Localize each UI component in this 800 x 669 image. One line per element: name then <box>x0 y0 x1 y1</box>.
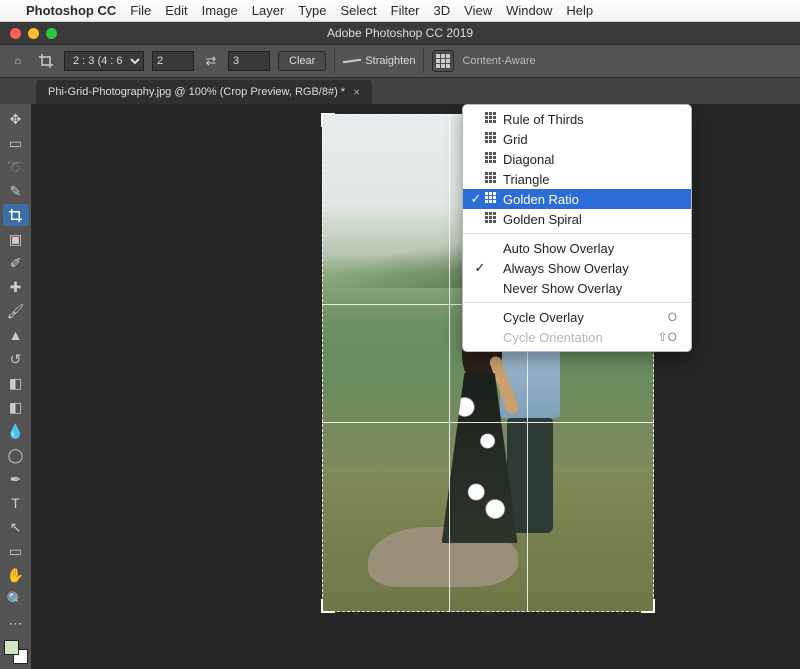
mac-menubar: Photoshop CC File Edit Image Layer Type … <box>0 0 800 22</box>
menu-item-label: Grid <box>503 132 528 147</box>
type-tool[interactable]: T <box>3 492 29 514</box>
crop-tool-preset-icon[interactable] <box>36 51 56 71</box>
menu-item-auto-show-overlay[interactable]: Auto Show Overlay <box>463 238 691 258</box>
marquee-tool[interactable]: ▭ <box>3 132 29 154</box>
history-brush-tool[interactable]: ↺ <box>3 348 29 370</box>
check-icon: ✓ <box>473 260 487 276</box>
clone-stamp-tool[interactable]: ▲ <box>3 324 29 346</box>
swap-dimensions-icon[interactable] <box>202 53 220 69</box>
menu-filter[interactable]: Filter <box>391 3 420 18</box>
crop-handle-top-left[interactable] <box>321 113 335 127</box>
close-tab-icon[interactable]: × <box>353 85 360 99</box>
menu-item-label: Rule of Thirds <box>503 112 584 127</box>
window-close-button[interactable] <box>10 28 21 39</box>
edit-toolbar[interactable]: ⋯ <box>3 612 29 634</box>
titlebar: Adobe Photoshop CC 2019 <box>0 22 800 44</box>
menu-image[interactable]: Image <box>202 3 238 18</box>
menu-item-label: Always Show Overlay <box>503 261 629 276</box>
clear-button[interactable]: Clear <box>278 51 326 71</box>
menu-help[interactable]: Help <box>566 3 593 18</box>
menu-item-label: Golden Spiral <box>503 212 582 227</box>
path-select-tool[interactable]: ↖ <box>3 516 29 538</box>
dodge-tool[interactable]: ◯ <box>3 444 29 466</box>
menu-item-label: Auto Show Overlay <box>503 241 614 256</box>
rectangle-tool[interactable]: ▭ <box>3 540 29 562</box>
menu-item-always-show-overlay[interactable]: ✓ Always Show Overlay <box>463 258 691 278</box>
app-window: Adobe Photoshop CC 2019 ⌂ 2 : 3 (4 : 6) … <box>0 22 800 669</box>
menu-item-label: Triangle <box>503 172 549 187</box>
color-swatches[interactable] <box>4 640 28 664</box>
menu-layer[interactable]: Layer <box>252 3 285 18</box>
brush-tool[interactable]: 🖌 <box>3 300 29 322</box>
aspect-ratio-select[interactable]: 2 : 3 (4 : 6) <box>64 51 144 71</box>
straighten-label: Straighten <box>365 55 415 67</box>
zoom-tool[interactable]: 🔍 <box>3 588 29 610</box>
home-button[interactable]: ⌂ <box>8 51 28 71</box>
menu-type[interactable]: Type <box>298 3 326 18</box>
menu-window[interactable]: Window <box>506 3 552 18</box>
crop-handle-bottom-left[interactable] <box>321 599 335 613</box>
menu-3d[interactable]: 3D <box>434 3 451 18</box>
menu-item-label: Cycle Orientation <box>503 330 603 345</box>
workspace: ✥▭➰✎▣✐✚🖌▲↺◧◧💧◯✒T↖▭✋🔍⋯ <box>0 104 800 669</box>
check-icon: ✓ <box>469 191 483 207</box>
grid-icon <box>436 54 450 68</box>
menu-item-label: Cycle Overlay <box>503 310 584 325</box>
menu-file[interactable]: File <box>130 3 151 18</box>
crop-tool[interactable] <box>3 204 29 226</box>
document-tab-label: Phi-Grid-Photography.jpg @ 100% (Crop Pr… <box>48 86 345 98</box>
foreground-color-swatch[interactable] <box>4 640 19 655</box>
quick-select-tool[interactable]: ✎ <box>3 180 29 202</box>
menu-item-shortcut: O <box>668 310 677 324</box>
lasso-tool[interactable]: ➰ <box>3 156 29 178</box>
menu-item-label: Diagonal <box>503 152 554 167</box>
document-tab[interactable]: Phi-Grid-Photography.jpg @ 100% (Crop Pr… <box>36 80 372 104</box>
blur-tool[interactable]: 💧 <box>3 420 29 442</box>
menu-select[interactable]: Select <box>340 3 376 18</box>
move-tool[interactable]: ✥ <box>3 108 29 130</box>
menu-view[interactable]: View <box>464 3 492 18</box>
divider <box>423 49 424 73</box>
eyedropper-tool[interactable]: ✐ <box>3 252 29 274</box>
menu-item-shortcut: ⇧O <box>658 330 677 344</box>
menu-item-never-show-overlay[interactable]: Never Show Overlay <box>463 278 691 298</box>
frame-tool[interactable]: ▣ <box>3 228 29 250</box>
pen-tool[interactable]: ✒ <box>3 468 29 490</box>
menu-item-label: Golden Ratio <box>503 192 579 207</box>
content-aware-label: Content-Aware <box>462 55 535 67</box>
menu-item-triangle[interactable]: Triangle <box>463 169 691 189</box>
options-bar: ⌂ 2 : 3 (4 : 6) Clear Straighten Content… <box>0 44 800 78</box>
straighten-icon <box>343 55 361 67</box>
crop-handle-bottom-right[interactable] <box>641 599 655 613</box>
window-title: Adobe Photoshop CC 2019 <box>0 26 800 40</box>
menu-item-rule-of-thirds[interactable]: Rule of Thirds <box>463 109 691 129</box>
divider <box>334 49 335 73</box>
menu-item-golden-spiral[interactable]: Golden Spiral <box>463 209 691 229</box>
menu-item-label: Never Show Overlay <box>503 281 622 296</box>
ratio-height-input[interactable] <box>228 51 270 71</box>
document-tab-bar: Phi-Grid-Photography.jpg @ 100% (Crop Pr… <box>0 78 800 104</box>
menu-item-diagonal[interactable]: Diagonal <box>463 149 691 169</box>
gradient-tool[interactable]: ◧ <box>3 396 29 418</box>
healing-tool[interactable]: ✚ <box>3 276 29 298</box>
menu-edit[interactable]: Edit <box>165 3 187 18</box>
eraser-tool[interactable]: ◧ <box>3 372 29 394</box>
canvas[interactable]: Rule of Thirds Grid Diagonal Triangle ✓ Golde… <box>32 104 800 669</box>
menu-item-grid[interactable]: Grid <box>463 129 691 149</box>
window-minimize-button[interactable] <box>28 28 39 39</box>
ratio-width-input[interactable] <box>152 51 194 71</box>
menu-item-cycle-orientation: Cycle Orientation ⇧O <box>463 327 691 347</box>
menu-item-cycle-overlay[interactable]: Cycle Overlay O <box>463 307 691 327</box>
overlay-options-button[interactable] <box>432 50 454 72</box>
hand-tool[interactable]: ✋ <box>3 564 29 586</box>
straighten-button[interactable]: Straighten <box>343 55 415 67</box>
window-zoom-button[interactable] <box>46 28 57 39</box>
menu-item-golden-ratio[interactable]: ✓ Golden Ratio <box>463 189 691 209</box>
app-menu[interactable]: Photoshop CC <box>26 3 116 18</box>
overlay-options-menu: Rule of Thirds Grid Diagonal Triangle ✓ Golde… <box>462 104 692 352</box>
tools-panel: ✥▭➰✎▣✐✚🖌▲↺◧◧💧◯✒T↖▭✋🔍⋯ <box>0 104 32 669</box>
